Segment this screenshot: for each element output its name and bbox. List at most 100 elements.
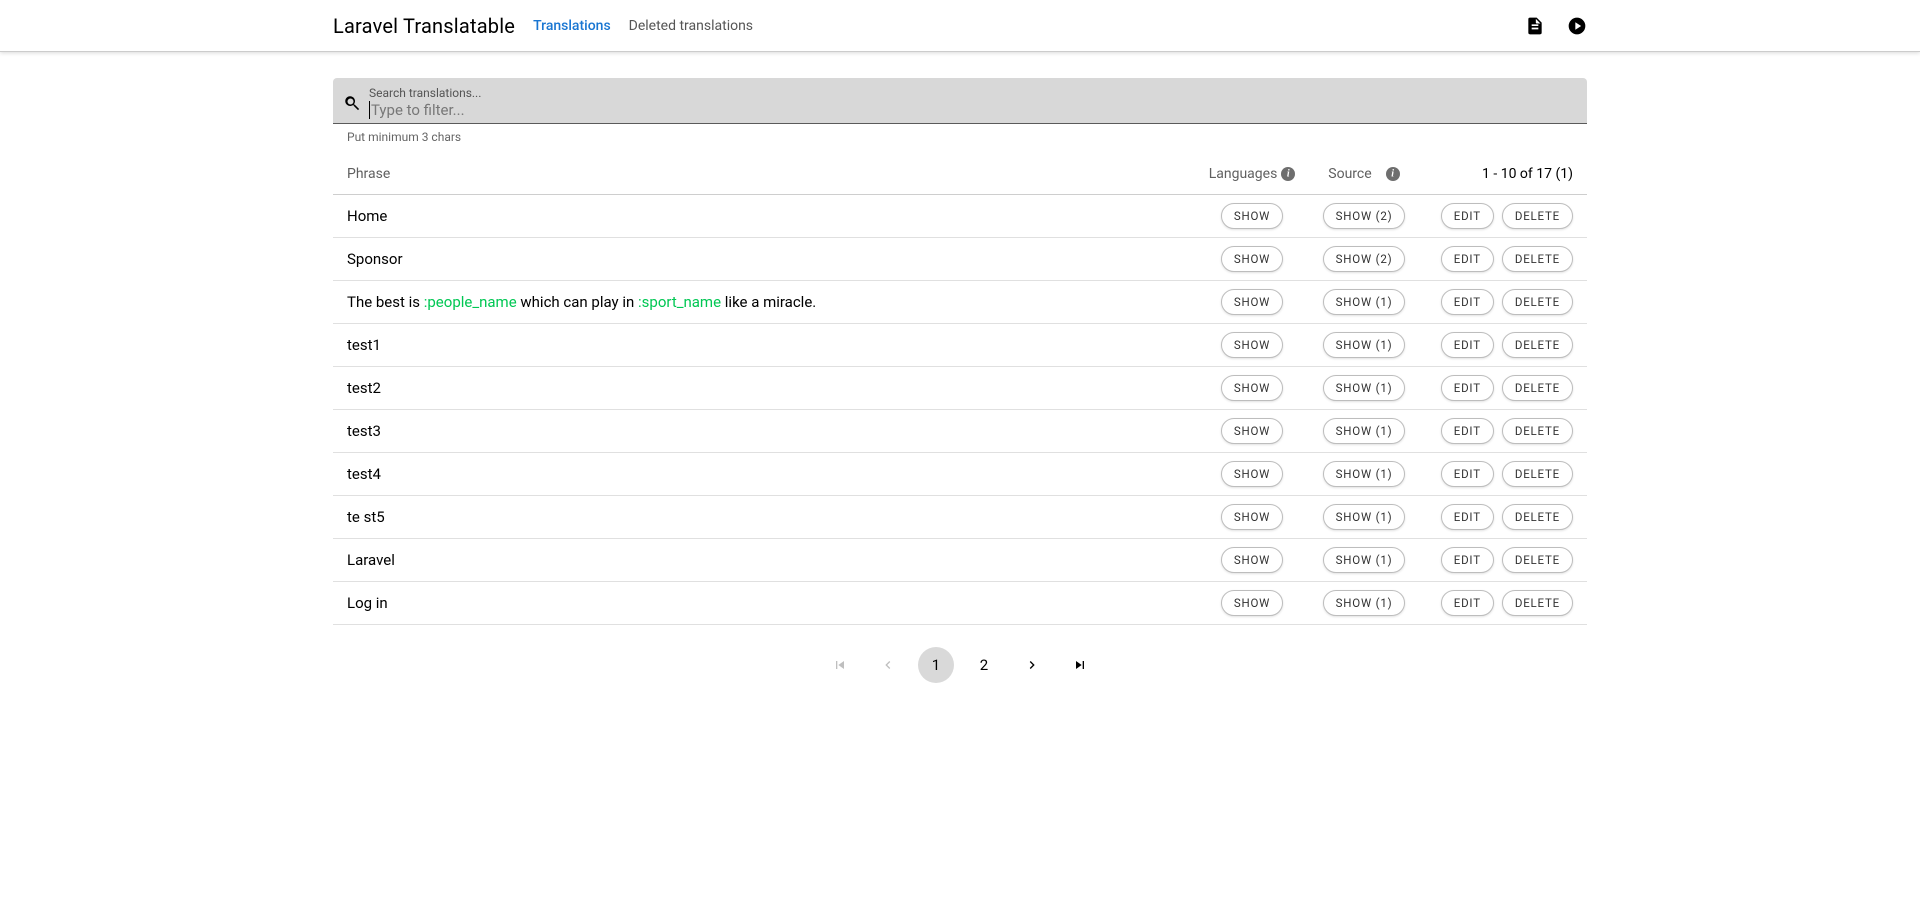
actions-cell: EDIT DELETE (1429, 289, 1573, 315)
search-icon (343, 94, 361, 112)
show-languages-button[interactable]: SHOW (1221, 547, 1283, 573)
delete-button[interactable]: DELETE (1502, 590, 1573, 616)
show-languages-button[interactable]: SHOW (1221, 504, 1283, 530)
th-source: Source (1299, 166, 1429, 182)
search-value: Type to filter... (369, 100, 1577, 120)
show-source-button[interactable]: SHOW (2) (1323, 246, 1406, 272)
show-languages-button[interactable]: SHOW (1221, 203, 1283, 229)
show-languages-button[interactable]: SHOW (1221, 590, 1283, 616)
th-source-label: Source (1328, 166, 1371, 182)
actions-cell: EDIT DELETE (1429, 203, 1573, 229)
phrase-cell: test4 (347, 465, 1205, 483)
source-cell: SHOW (2) (1299, 246, 1429, 272)
delete-button[interactable]: DELETE (1502, 504, 1573, 530)
pagination: 1 2 (333, 647, 1587, 683)
languages-cell: SHOW (1205, 246, 1299, 272)
show-languages-button[interactable]: SHOW (1221, 332, 1283, 358)
play-circle-icon[interactable] (1567, 16, 1587, 36)
delete-button[interactable]: DELETE (1502, 418, 1573, 444)
actions-cell: EDIT DELETE (1429, 504, 1573, 530)
show-languages-button[interactable]: SHOW (1221, 289, 1283, 315)
languages-cell: SHOW (1205, 332, 1299, 358)
edit-button[interactable]: EDIT (1441, 590, 1494, 616)
th-phrase: Phrase (347, 166, 1205, 182)
delete-button[interactable]: DELETE (1502, 547, 1573, 573)
th-languages-label: Languages (1209, 166, 1278, 182)
show-source-button[interactable]: SHOW (1) (1323, 461, 1406, 487)
delete-button[interactable]: DELETE (1502, 246, 1573, 272)
phrase-cell: The best is :people_name which can play … (347, 293, 1205, 311)
show-source-button[interactable]: SHOW (1) (1323, 547, 1406, 573)
edit-button[interactable]: EDIT (1441, 375, 1494, 401)
th-languages: Languages (1205, 166, 1299, 182)
show-languages-button[interactable]: SHOW (1221, 246, 1283, 272)
source-cell: SHOW (1) (1299, 590, 1429, 616)
show-source-button[interactable]: SHOW (1) (1323, 332, 1406, 358)
phrase-cell: Laravel (347, 551, 1205, 569)
search-hint: Put minimum 3 chars (347, 130, 1587, 144)
delete-button[interactable]: DELETE (1502, 203, 1573, 229)
edit-button[interactable]: EDIT (1441, 289, 1494, 315)
main-container: Search translations... Type to filter...… (333, 78, 1587, 683)
page-2-button[interactable]: 2 (966, 647, 1002, 683)
page-next-button[interactable] (1014, 647, 1050, 683)
languages-cell: SHOW (1205, 461, 1299, 487)
search-label: Search translations... (369, 86, 1577, 100)
show-languages-button[interactable]: SHOW (1221, 461, 1283, 487)
edit-button[interactable]: EDIT (1441, 418, 1494, 444)
phrase-cell: test1 (347, 336, 1205, 354)
delete-button[interactable]: DELETE (1502, 332, 1573, 358)
edit-button[interactable]: EDIT (1441, 504, 1494, 530)
document-icon[interactable] (1525, 16, 1545, 36)
edit-button[interactable]: EDIT (1441, 332, 1494, 358)
edit-button[interactable]: EDIT (1441, 246, 1494, 272)
show-languages-button[interactable]: SHOW (1221, 418, 1283, 444)
page-last-button[interactable] (1062, 647, 1098, 683)
actions-cell: EDIT DELETE (1429, 590, 1573, 616)
page-prev-button[interactable] (870, 647, 906, 683)
topbar-inner: Laravel Translatable Translations Delete… (333, 14, 1587, 38)
edit-button[interactable]: EDIT (1441, 203, 1494, 229)
show-source-button[interactable]: SHOW (1) (1323, 418, 1406, 444)
info-icon[interactable] (1386, 167, 1400, 181)
table-row: Laravel SHOW SHOW (1) EDIT DELETE (333, 539, 1587, 582)
languages-cell: SHOW (1205, 289, 1299, 315)
delete-button[interactable]: DELETE (1502, 375, 1573, 401)
search-input[interactable]: Search translations... Type to filter... (333, 78, 1587, 124)
phrase-cell: Log in (347, 594, 1205, 612)
table-row: The best is :people_name which can play … (333, 281, 1587, 324)
search-placeholder: Type to filter... (371, 101, 465, 119)
info-icon[interactable] (1281, 167, 1295, 181)
languages-cell: SHOW (1205, 504, 1299, 530)
edit-button[interactable]: EDIT (1441, 461, 1494, 487)
source-cell: SHOW (1) (1299, 418, 1429, 444)
table-row: test4 SHOW SHOW (1) EDIT DELETE (333, 453, 1587, 496)
show-source-button[interactable]: SHOW (1) (1323, 289, 1406, 315)
th-range: 1 - 10 of 17 (1) (1429, 166, 1573, 182)
languages-cell: SHOW (1205, 590, 1299, 616)
show-source-button[interactable]: SHOW (1) (1323, 504, 1406, 530)
delete-button[interactable]: DELETE (1502, 461, 1573, 487)
source-cell: SHOW (1) (1299, 289, 1429, 315)
show-languages-button[interactable]: SHOW (1221, 375, 1283, 401)
phrase-cell: Sponsor (347, 250, 1205, 268)
page-1-button[interactable]: 1 (918, 647, 954, 683)
show-source-button[interactable]: SHOW (1) (1323, 375, 1406, 401)
nav-translations[interactable]: Translations (533, 18, 611, 34)
table-row: Sponsor SHOW SHOW (2) EDIT DELETE (333, 238, 1587, 281)
show-source-button[interactable]: SHOW (2) (1323, 203, 1406, 229)
text-cursor (369, 101, 370, 119)
nav-deleted[interactable]: Deleted translations (629, 18, 753, 34)
source-cell: SHOW (1) (1299, 504, 1429, 530)
show-source-button[interactable]: SHOW (1) (1323, 590, 1406, 616)
source-cell: SHOW (1) (1299, 375, 1429, 401)
edit-button[interactable]: EDIT (1441, 547, 1494, 573)
delete-button[interactable]: DELETE (1502, 289, 1573, 315)
source-cell: SHOW (2) (1299, 203, 1429, 229)
app-title: Laravel Translatable (333, 14, 515, 38)
actions-cell: EDIT DELETE (1429, 547, 1573, 573)
table-row: test2SHOWSHOW (1)EDITDELETE (333, 367, 1587, 410)
page-first-button[interactable] (822, 647, 858, 683)
source-cell: SHOW (1) (1299, 332, 1429, 358)
table-row: HomeSHOWSHOW (2)EDITDELETE (333, 195, 1587, 238)
